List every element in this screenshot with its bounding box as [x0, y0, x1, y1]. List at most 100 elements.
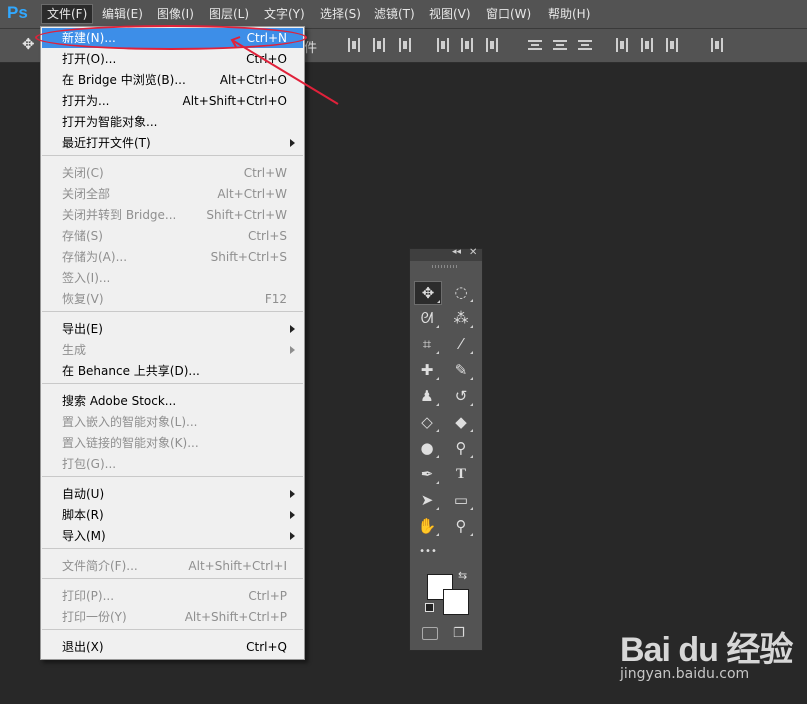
menu-item-label: 退出(X) — [62, 640, 104, 654]
menu-item-shortcut: Ctrl+O — [246, 52, 287, 66]
file-menu-item: 关闭全部 Alt+Ctrl+W — [42, 184, 303, 204]
menu-9[interactable]: 帮助(H) — [543, 5, 595, 23]
clone-stamp-tool-icon[interactable]: ♟ — [414, 385, 440, 407]
tool-flyout-indicator — [436, 377, 439, 380]
align-distribute-icon[interactable] — [398, 38, 412, 52]
menu-item-label: 签入(I)... — [62, 271, 111, 285]
file-menu-item[interactable]: 退出(X) Ctrl+Q — [42, 637, 303, 657]
file-menu-item[interactable]: 在 Bridge 中浏览(B)... Alt+Ctrl+O — [42, 70, 303, 90]
file-menu-item[interactable]: 导入(M) — [42, 526, 303, 546]
menu-2[interactable]: 图像(I) — [152, 5, 199, 23]
menu-item-label: 存储为(A)... — [62, 250, 128, 264]
align-distribute-icon[interactable] — [615, 38, 629, 52]
menu-5[interactable]: 选择(S) — [315, 5, 366, 23]
eyedropper-tool-icon[interactable]: ⁄ — [448, 333, 474, 355]
tool-flyout-indicator — [436, 403, 439, 406]
lasso-tool-icon[interactable]: ᘛ — [414, 307, 440, 329]
align-distribute-icon[interactable] — [460, 38, 474, 52]
file-menu-item: 文件简介(F)... Alt+Shift+Ctrl+I — [42, 556, 303, 576]
move-tool-icon[interactable]: ✥ — [414, 281, 442, 305]
quick-selection-tool-icon[interactable]: ⁂ — [448, 307, 474, 329]
collapse-panel-icon[interactable]: ◂◂ — [452, 247, 461, 257]
align-distribute-icon[interactable] — [372, 38, 386, 52]
align-distribute-icon[interactable] — [553, 38, 567, 52]
history-brush-tool-icon[interactable]: ↺ — [448, 385, 474, 407]
menu-4[interactable]: 文字(Y) — [259, 5, 310, 23]
hand-tool-icon[interactable]: ✋ — [414, 515, 440, 537]
menu-item-label: 关闭并转到 Bridge... — [62, 208, 177, 222]
tool-flyout-indicator — [436, 429, 439, 432]
tool-flyout-indicator — [470, 429, 473, 432]
align-distribute-icon[interactable] — [640, 38, 654, 52]
file-menu-item: 打印(P)... Ctrl+P — [42, 586, 303, 606]
file-menu-item[interactable]: 在 Behance 上共享(D)... — [42, 361, 303, 381]
move-tool-option-icon[interactable]: ✥ — [22, 35, 36, 53]
file-menu-item[interactable]: 自动(U) — [42, 484, 303, 504]
menu-item-label: 打印(P)... — [62, 589, 115, 603]
align-distribute-icon[interactable] — [578, 38, 592, 52]
menu-item-label: 自动(U) — [62, 487, 105, 501]
menu-7[interactable]: 视图(V) — [424, 5, 476, 23]
menu-separator — [42, 476, 303, 477]
blur-tool-icon[interactable]: ● — [414, 437, 440, 459]
tool-flyout-indicator — [470, 325, 473, 328]
tool-flyout-indicator — [470, 351, 473, 354]
file-menu-item[interactable]: 脚本(R) — [42, 505, 303, 525]
tool-flyout-indicator — [470, 455, 473, 458]
swap-colors-icon[interactable]: ⇆ — [458, 569, 467, 582]
align-distribute-icon[interactable] — [485, 38, 499, 52]
file-menu-item[interactable]: 最近打开文件(T) — [42, 133, 303, 153]
eraser-tool-icon[interactable]: ◇ — [414, 411, 440, 433]
zoom-tool-icon[interactable]: ⚲ — [448, 515, 474, 537]
watermark-url: jingyan.baidu.com — [620, 666, 750, 682]
submenu-arrow-icon — [290, 511, 295, 519]
pen-tool-icon[interactable]: ✒ — [414, 463, 440, 485]
crop-tool-icon[interactable]: ⌗ — [414, 333, 440, 355]
menu-1[interactable]: 编辑(E) — [97, 5, 148, 23]
align-distribute-icon[interactable] — [347, 38, 361, 52]
menu-item-shortcut: Shift+Ctrl+S — [210, 250, 287, 264]
align-distribute-icon[interactable] — [665, 38, 679, 52]
menu-item-shortcut: Alt+Ctrl+O — [219, 73, 287, 87]
file-menu-item[interactable]: 打开为... Alt+Shift+Ctrl+O — [42, 91, 303, 111]
path-selection-tool-icon[interactable]: ➤ — [414, 489, 440, 511]
file-menu-item: 置入链接的智能对象(K)... — [42, 433, 303, 453]
tool-flyout-indicator — [470, 403, 473, 406]
menu-item-label: 关闭(C) — [62, 166, 104, 180]
default-colors-icon[interactable] — [425, 603, 434, 612]
menu-item-shortcut: Ctrl+S — [247, 229, 287, 243]
menu-item-label: 文件简介(F)... — [62, 559, 138, 573]
file-menu-item[interactable]: 打开(O)... Ctrl+O — [42, 49, 303, 69]
file-menu-item: 存储(S) Ctrl+S — [42, 226, 303, 246]
menu-item-label: 恢复(V) — [62, 292, 104, 306]
menu-item-label: 置入嵌入的智能对象(L)... — [62, 415, 198, 429]
panel-grip[interactable] — [432, 265, 458, 268]
file-menu-item: 签入(I)... — [42, 268, 303, 288]
menu-8[interactable]: 窗口(W) — [481, 5, 536, 23]
paint-bucket-tool-icon[interactable]: ◆ — [448, 411, 474, 433]
rectangle-tool-icon[interactable]: ▭ — [448, 489, 474, 511]
screen-mode-icon[interactable]: ❐ — [453, 626, 465, 641]
menu-0[interactable]: 文件(F) — [41, 4, 94, 24]
more-tools-icon[interactable]: ••• — [415, 541, 441, 563]
file-menu-item[interactable]: 导出(E) — [42, 319, 303, 339]
type-tool-icon[interactable]: T — [448, 463, 474, 485]
file-menu-item[interactable]: 打开为智能对象... — [42, 112, 303, 132]
menu-6[interactable]: 滤镜(T) — [369, 5, 420, 23]
align-distribute-icon[interactable] — [710, 38, 724, 52]
background-color-swatch[interactable] — [443, 589, 469, 615]
marquee-tool-icon[interactable]: ◌ — [448, 281, 474, 303]
close-panel-icon[interactable]: ✕ — [469, 247, 477, 258]
file-menu-item[interactable]: 搜索 Adobe Stock... — [42, 391, 303, 411]
align-distribute-icon[interactable] — [528, 38, 542, 52]
submenu-arrow-icon — [290, 490, 295, 498]
align-distribute-icon[interactable] — [436, 38, 450, 52]
healing-brush-tool-icon[interactable]: ✚ — [414, 359, 440, 381]
quick-mask-icon[interactable] — [422, 627, 438, 640]
brush-tool-icon[interactable]: ✎ — [448, 359, 474, 381]
menu-item-label: 导入(M) — [62, 529, 106, 543]
file-menu-item: 置入嵌入的智能对象(L)... — [42, 412, 303, 432]
file-menu-item: 生成 — [42, 340, 303, 360]
menu-3[interactable]: 图层(L) — [204, 5, 254, 23]
dodge-tool-icon[interactable]: ⚲ — [448, 437, 474, 459]
